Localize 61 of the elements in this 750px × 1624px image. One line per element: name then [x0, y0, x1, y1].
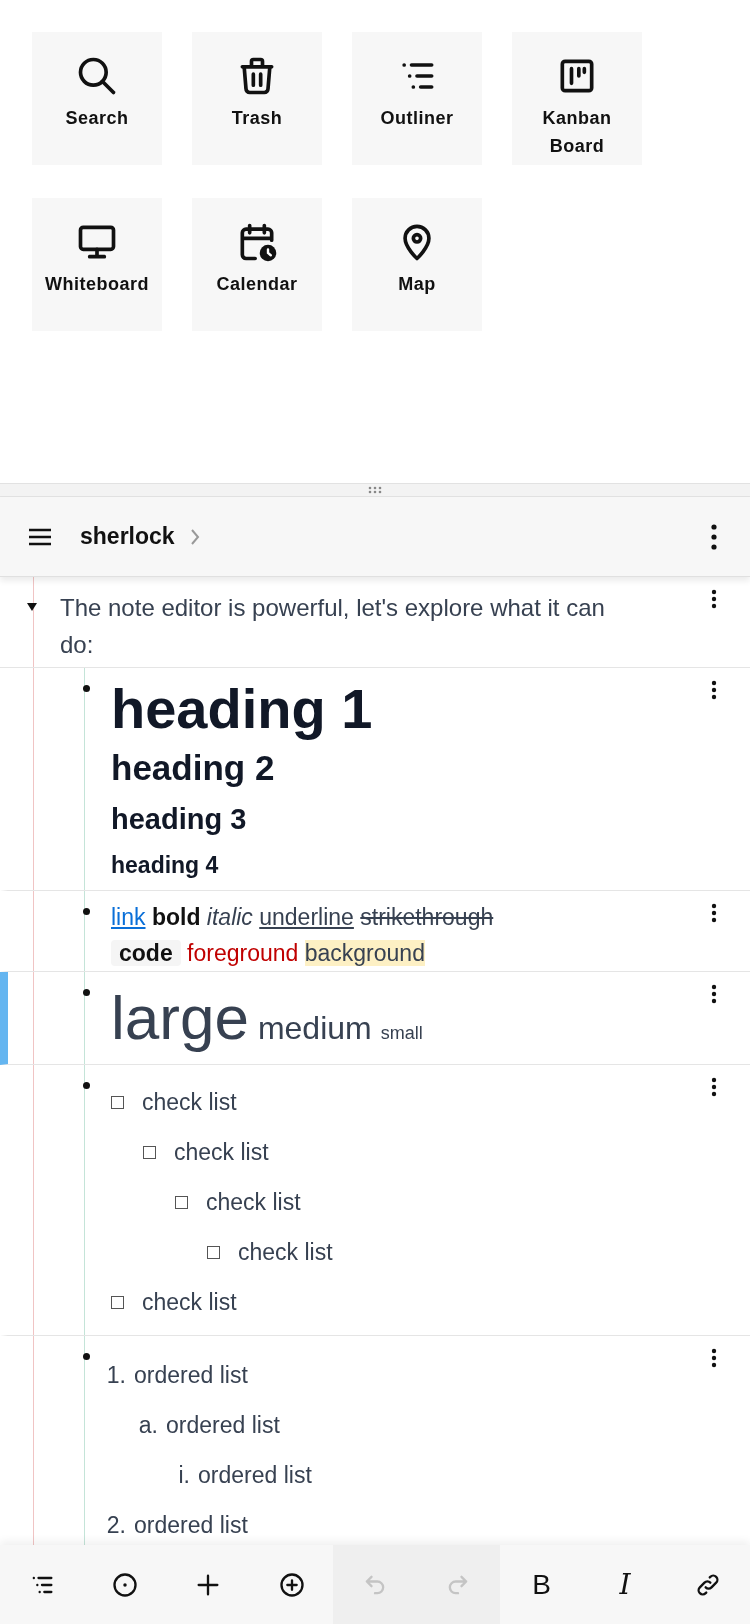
checkbox[interactable] [111, 1095, 124, 1109]
checklist-item-text: check list [238, 1237, 333, 1267]
note-block[interactable]: heading 1 heading 2 heading 3 heading 4 [0, 668, 750, 891]
list-item-text: ordered list [134, 1510, 248, 1540]
note-block[interactable]: link bold italic underline strikethrough code foreground background [0, 891, 750, 972]
formatted-text: code foreground background [111, 935, 425, 971]
note-block[interactable]: check list check list check list check list check list [0, 1065, 750, 1336]
list-marker: 2. [105, 1510, 127, 1540]
app-tile[interactable]: Kanban Board [512, 32, 642, 165]
more-vertical-icon [711, 1348, 717, 1368]
checkbox[interactable] [111, 1295, 124, 1309]
checklist-item-text: check list [174, 1137, 269, 1167]
checkbox[interactable] [175, 1195, 188, 1209]
app-tile[interactable]: Map [352, 198, 482, 331]
note-text: The note editor is powerful, let's explore what it can do: [60, 593, 606, 660]
menu-icon [27, 526, 53, 547]
link-button[interactable] [666, 1545, 750, 1624]
bullet-icon[interactable] [83, 908, 90, 915]
list-marker: a. [137, 1410, 159, 1440]
bullet-icon[interactable] [83, 1082, 90, 1089]
checklist-item-text: check list [142, 1087, 237, 1117]
heading-text: heading 1 [111, 676, 373, 742]
link[interactable]: link [111, 904, 146, 930]
checklist-item-text: check list [206, 1187, 301, 1217]
plus-circle-icon [277, 1570, 306, 1599]
bullet-icon[interactable] [83, 1353, 90, 1360]
heading-text: heading 4 [111, 851, 219, 880]
list-item-text: ordered list [166, 1410, 280, 1440]
heading-text: heading 2 [111, 747, 275, 789]
more-vertical-icon [711, 680, 717, 700]
drag-handle-icon[interactable] [368, 486, 382, 494]
app-tile[interactable]: Whiteboard [32, 198, 162, 331]
app-tile[interactable]: Outliner [352, 32, 482, 165]
sample-text: small [380, 1022, 423, 1045]
italic-button[interactable]: I [583, 1545, 667, 1624]
app-tile[interactable]: Trash [192, 32, 322, 165]
checkbox[interactable] [207, 1245, 220, 1259]
more-vertical-icon [711, 1077, 717, 1097]
sample-text: large [111, 982, 249, 1054]
note-block[interactable]: large medium small [0, 972, 750, 1065]
more-vertical-icon [711, 589, 717, 609]
heading-text: heading 3 [111, 802, 247, 837]
more-vertical-icon [711, 984, 717, 1004]
more-vertical-icon [711, 523, 717, 550]
plus-circle-button[interactable] [250, 1545, 334, 1624]
list-marker: 1. [105, 1360, 127, 1390]
list-item-text: ordered list [134, 1360, 248, 1390]
note-title[interactable]: sherlock [80, 519, 175, 554]
sample-text: medium [257, 1009, 372, 1048]
formatted-text: link bold italic underline strikethrough [111, 903, 494, 932]
checklist-item-text: check list [142, 1287, 237, 1317]
bold-button[interactable]: B [499, 1545, 584, 1624]
more-vertical-icon [711, 903, 717, 923]
bullet-icon[interactable] [83, 685, 90, 692]
circle-dot-icon [111, 1570, 139, 1599]
list-item-text: ordered list [198, 1460, 312, 1490]
bullet-icon[interactable] [83, 989, 90, 996]
app-tile[interactable]: Calendar [192, 198, 322, 331]
list-marker: i. [177, 1460, 191, 1490]
app-tile[interactable]: Search [32, 32, 162, 165]
checkbox[interactable] [143, 1145, 156, 1159]
